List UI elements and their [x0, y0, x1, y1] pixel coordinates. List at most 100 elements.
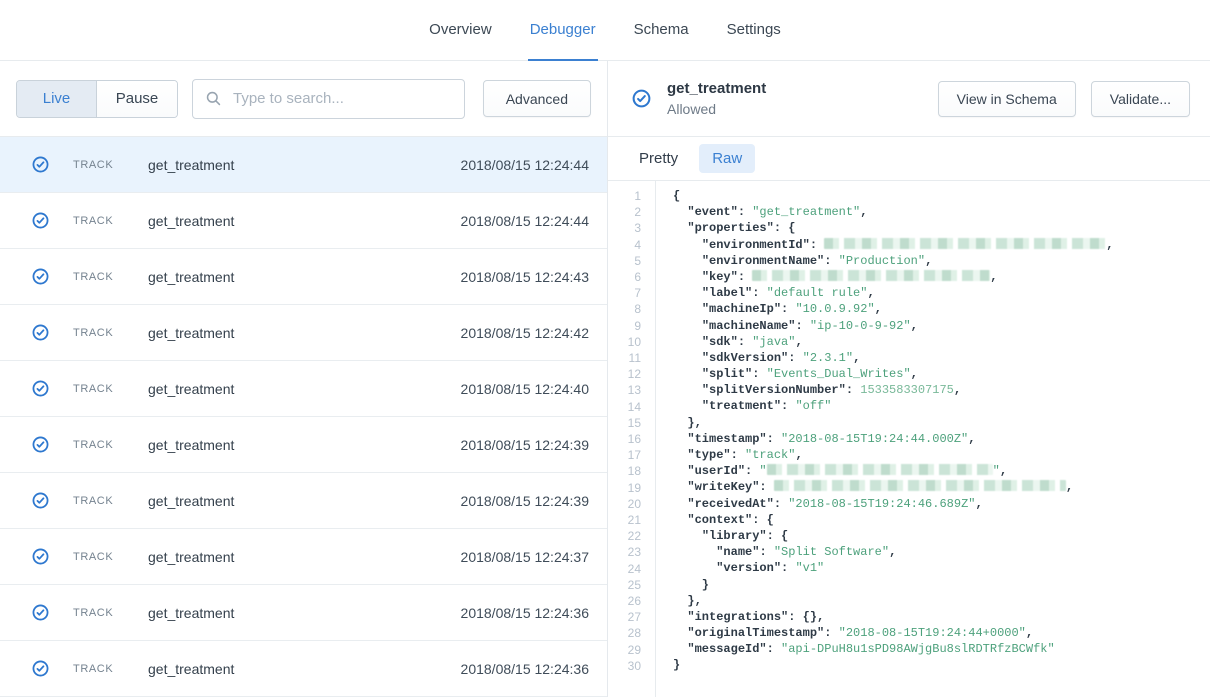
code-line: "event": "get_treatment",	[673, 204, 1210, 220]
line-number: 20	[608, 496, 641, 512]
tab-overview[interactable]: Overview	[427, 0, 494, 61]
event-row[interactable]: TRACKget_treatment2018/08/15 12:24:43	[0, 249, 607, 305]
check-circle-icon	[32, 436, 49, 453]
line-number: 30	[608, 658, 641, 674]
live-button[interactable]: Live	[17, 81, 97, 117]
event-type: TRACK	[73, 607, 125, 619]
check-circle-icon	[32, 604, 49, 621]
tab-pretty[interactable]: Pretty	[626, 144, 691, 173]
search-box[interactable]	[192, 79, 465, 119]
code-line: "label": "default rule",	[673, 285, 1210, 301]
event-type: TRACK	[73, 383, 125, 395]
code-line: {	[673, 188, 1210, 204]
event-row[interactable]: TRACK get_treatment2018/08/15 12:24:42	[0, 305, 607, 361]
event-row[interactable]: TRACKget_treatment2018/08/15 12:24:44	[0, 193, 607, 249]
tab-settings[interactable]: Settings	[725, 0, 783, 61]
line-number: 14	[608, 399, 641, 415]
code-line: "sdkVersion": "2.3.1",	[673, 350, 1210, 366]
check-circle-icon	[32, 548, 49, 565]
code-line: "type": "track",	[673, 447, 1210, 463]
event-row[interactable]: TRACKget_treatment2018/08/15 12:24:40	[0, 361, 607, 417]
code-line: "library": {	[673, 528, 1210, 544]
detail-event-name: get_treatment	[667, 80, 766, 97]
code-line: "timestamp": "2018-08-15T19:24:44.000Z",	[673, 431, 1210, 447]
redacted-value	[774, 480, 1066, 491]
tab-schema[interactable]: Schema	[632, 0, 691, 61]
code-line: "split": "Events_Dual_Writes",	[673, 366, 1210, 382]
tab-debugger[interactable]: Debugger	[528, 0, 598, 61]
event-type: TRACK	[73, 327, 125, 339]
event-timestamp: 2018/08/15 12:24:44	[461, 213, 589, 229]
event-name: get_treatment	[148, 325, 461, 341]
events-panel: Live Pause Advanced TRACKget_treatment20…	[0, 61, 608, 697]
line-number: 6	[608, 269, 641, 285]
event-type: TRACK	[73, 663, 125, 675]
event-row[interactable]: TRACK get_treatment2018/08/15 12:24:37	[0, 529, 607, 585]
search-input[interactable]	[231, 89, 452, 108]
line-number: 10	[608, 334, 641, 350]
redacted-value	[824, 238, 1106, 249]
view-tabs: Pretty Raw	[608, 137, 1210, 181]
line-number: 5	[608, 253, 641, 269]
search-icon	[205, 90, 222, 107]
event-row[interactable]: TRACKget_treatment2018/08/15 12:24:39	[0, 417, 607, 473]
line-number: 3	[608, 220, 641, 236]
code-line: "machineIp": "10.0.9.92",	[673, 301, 1210, 317]
event-name: get_treatment	[148, 493, 461, 509]
event-timestamp: 2018/08/15 12:24:37	[461, 549, 589, 565]
line-number: 19	[608, 480, 641, 496]
events-toolbar: Live Pause Advanced	[0, 61, 607, 137]
event-timestamp: 2018/08/15 12:24:42	[461, 325, 589, 341]
redacted-value	[767, 464, 993, 475]
event-row[interactable]: TRACKget_treatment2018/08/15 12:24:36	[0, 641, 607, 697]
event-list: TRACKget_treatment2018/08/15 12:24:44TRA…	[0, 137, 607, 697]
code-line: "properties": {	[673, 220, 1210, 236]
code-line: "integrations": {},	[673, 609, 1210, 625]
check-circle-icon	[32, 156, 49, 173]
view-in-schema-button[interactable]: View in Schema	[938, 81, 1076, 117]
line-number: 28	[608, 625, 641, 641]
main-content: Live Pause Advanced TRACKget_treatment20…	[0, 61, 1210, 697]
event-name: get_treatment	[148, 549, 461, 565]
event-row[interactable]: TRACKget_treatment2018/08/15 12:24:44	[0, 137, 607, 193]
code-line: "userId": "",	[673, 463, 1210, 479]
event-type: TRACK	[73, 495, 125, 507]
code-line: "originalTimestamp": "2018-08-15T19:24:4…	[673, 625, 1210, 641]
code-line: "splitVersionNumber": 1533583307175,	[673, 382, 1210, 398]
top-nav: Overview Debugger Schema Settings	[0, 0, 1210, 61]
event-row[interactable]: TRACKget_treatment2018/08/15 12:24:36	[0, 585, 607, 641]
line-number: 9	[608, 318, 641, 334]
line-number: 16	[608, 431, 641, 447]
line-number: 17	[608, 447, 641, 463]
live-pause-toggle: Live Pause	[16, 80, 178, 118]
event-type: TRACK	[73, 271, 125, 283]
code-line: "environmentName": "Production",	[673, 253, 1210, 269]
line-number: 11	[608, 350, 641, 366]
allowed-check-icon	[632, 89, 651, 108]
advanced-button[interactable]: Advanced	[483, 80, 591, 117]
event-name: get_treatment	[148, 381, 461, 397]
pause-button[interactable]: Pause	[97, 81, 177, 117]
line-number: 2	[608, 204, 641, 220]
code-line: }	[673, 657, 1210, 673]
event-type: TRACK	[73, 551, 125, 563]
check-circle-icon	[32, 660, 49, 677]
debugger-app: Overview Debugger Schema Settings Live Paus…	[0, 0, 1210, 697]
event-type: TRACK	[73, 439, 125, 451]
check-circle-icon	[32, 380, 49, 397]
line-number: 23	[608, 544, 641, 560]
line-number: 25	[608, 577, 641, 593]
event-row[interactable]: TRACK get_treatment2018/08/15 12:24:39	[0, 473, 607, 529]
raw-json-viewer[interactable]: 1234567891011121314151617181920212223242…	[608, 181, 1210, 697]
event-type: TRACK	[73, 215, 125, 227]
tab-raw[interactable]: Raw	[699, 144, 755, 173]
redacted-value	[752, 270, 990, 281]
line-number: 29	[608, 642, 641, 658]
event-timestamp: 2018/08/15 12:24:36	[461, 661, 589, 677]
event-timestamp: 2018/08/15 12:24:39	[461, 493, 589, 509]
validate-button[interactable]: Validate...	[1091, 81, 1190, 117]
code-line: "machineName": "ip-10-0-9-92",	[673, 318, 1210, 334]
line-number: 12	[608, 366, 641, 382]
check-circle-icon	[32, 492, 49, 509]
json-code: { "event": "get_treatment", "properties"…	[656, 181, 1210, 697]
